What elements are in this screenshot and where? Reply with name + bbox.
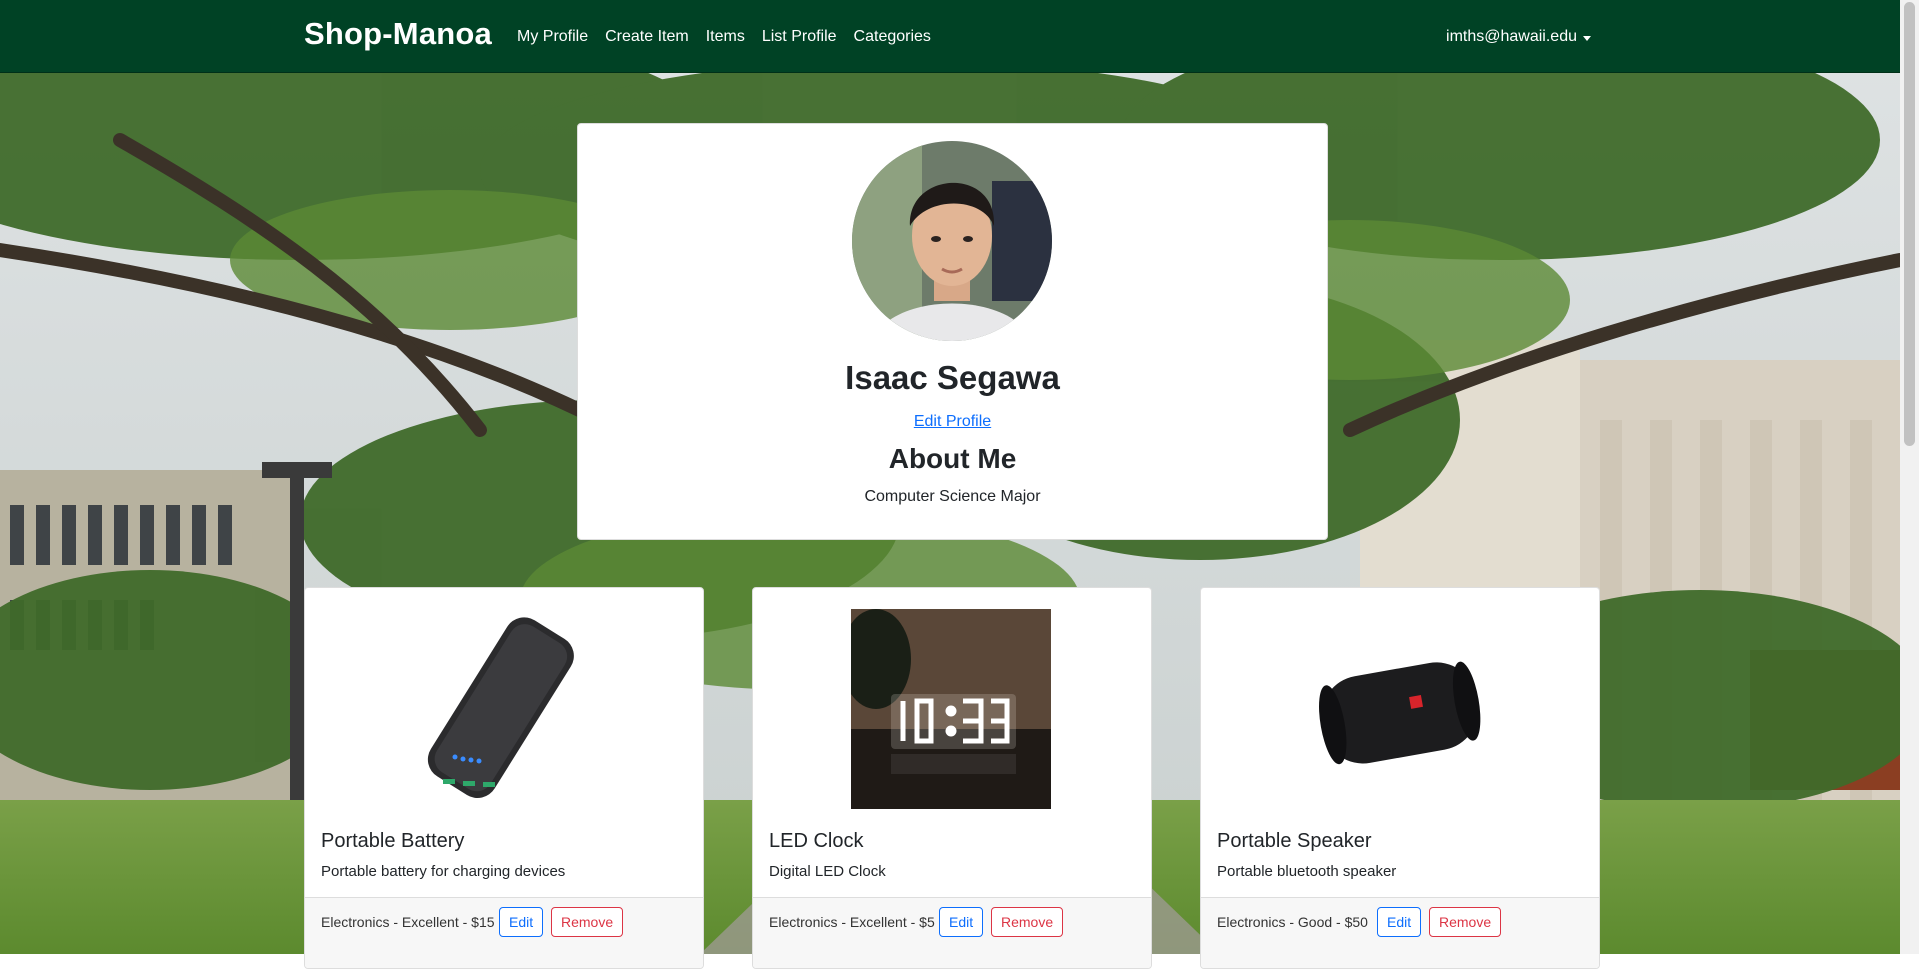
item-description: Portable bluetooth speaker <box>1217 863 1397 880</box>
nav-create-item[interactable]: Create Item <box>605 26 689 48</box>
item-footer: Electronics - Excellent - $5 Edit Remove <box>753 897 1151 968</box>
item-title: Portable Battery <box>321 830 465 852</box>
edit-item-button[interactable]: Edit <box>939 907 984 937</box>
user-email: imths@hawaii.edu <box>1446 28 1577 45</box>
remove-item-button[interactable]: Remove <box>551 907 624 937</box>
profile-name: Isaac Segawa <box>845 359 1060 396</box>
nav-links: My Profile Create Item Items List Profil… <box>517 26 931 48</box>
edit-item-button[interactable]: Edit <box>499 907 544 937</box>
portable-battery-image <box>403 609 603 809</box>
item-meta: Electronics - Excellent - $5 <box>769 914 935 930</box>
nav-categories[interactable]: Categories <box>854 26 931 48</box>
nav-my-profile[interactable]: My Profile <box>517 26 588 48</box>
item-meta: Electronics - Good - $50 <box>1217 914 1368 930</box>
edit-profile-wrapper: Edit Profile <box>578 413 1327 431</box>
nav-items[interactable]: Items <box>706 26 745 48</box>
scrollbar-thumb[interactable] <box>1904 2 1915 446</box>
item-title: Portable Speaker <box>1217 830 1372 852</box>
item-description: Portable battery for charging devices <box>321 863 566 880</box>
about-heading: About Me <box>888 443 1017 474</box>
page-scrollbar[interactable] <box>1900 0 1919 954</box>
user-dropdown[interactable]: imths@hawaii.edu <box>1446 26 1591 48</box>
caret-down-icon <box>1583 35 1591 41</box>
item-footer: Electronics - Good - $50 Edit Remove <box>1201 897 1599 968</box>
item-card: LED Clock Digital LED Clock Electronics … <box>752 587 1152 969</box>
item-description: Digital LED Clock <box>769 863 886 880</box>
remove-item-button[interactable]: Remove <box>1429 907 1502 937</box>
item-footer: Electronics - Excellent - $15 Edit Remov… <box>305 897 703 968</box>
edit-item-button[interactable]: Edit <box>1377 907 1422 937</box>
item-card: Portable Battery Portable battery for ch… <box>304 587 704 969</box>
item-title: LED Clock <box>769 830 864 852</box>
nav-list-profile[interactable]: List Profile <box>762 26 837 48</box>
top-navbar: Shop-Manoa My Profile Create Item Items … <box>0 0 1900 73</box>
item-meta: Electronics - Excellent - $15 <box>321 914 495 930</box>
avatar <box>852 141 1052 341</box>
item-card: Portable Speaker Portable bluetooth spea… <box>1200 587 1600 969</box>
edit-profile-link[interactable]: Edit Profile <box>914 413 991 430</box>
profile-card: Isaac Segawa Edit Profile About Me Compu… <box>577 123 1328 540</box>
led-clock-image <box>851 609 1051 809</box>
brand-logo[interactable]: Shop-Manoa <box>304 12 492 56</box>
about-text: Computer Science Major <box>864 488 1041 505</box>
bluetooth-speaker-image <box>1299 609 1499 809</box>
remove-item-button[interactable]: Remove <box>991 907 1064 937</box>
